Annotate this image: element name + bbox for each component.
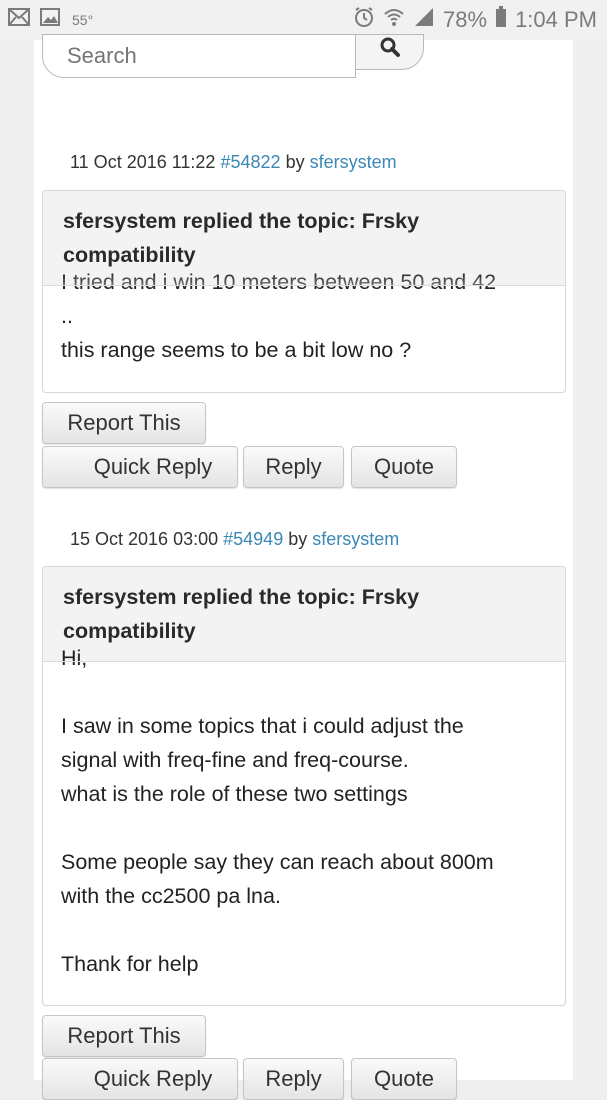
post-title: sfersystem replied the topic: Frsky comp… [63, 585, 420, 643]
post-box: sfersystem replied the topic: Frsky comp… [42, 190, 566, 393]
wifi-icon [383, 7, 405, 33]
mail-icon [8, 8, 30, 31]
author-link[interactable]: sfersystem [312, 529, 399, 549]
reply-button[interactable]: Reply [243, 1058, 344, 1100]
search-icon [380, 37, 400, 57]
author-link[interactable]: sfersystem [310, 152, 397, 172]
report-this-button[interactable]: Report This [42, 402, 206, 444]
post-id-link[interactable]: #54949 [223, 529, 283, 549]
quote-button[interactable]: Quote [351, 446, 457, 488]
post-box: sfersystem replied the topic: Frsky comp… [42, 566, 566, 1006]
post-title: sfersystem replied the topic: Frsky comp… [63, 209, 420, 267]
post-body: Hi, I saw in some topics that i could ad… [61, 646, 494, 976]
post-date: 11 Oct 2016 11:22 [70, 152, 216, 172]
battery-icon [495, 6, 507, 34]
temperature-text: 55° [72, 11, 94, 28]
clock-time: 1:04 PM [515, 7, 597, 32]
battery-percent: 78% [443, 7, 488, 32]
by-label: by [288, 529, 308, 549]
quick-reply-button[interactable]: Quick Reply [42, 1058, 238, 1100]
alarm-icon [353, 6, 375, 34]
post-date: 15 Oct 2016 03:00 [70, 529, 219, 549]
quick-reply-button[interactable]: Quick Reply [42, 446, 238, 488]
post-meta: 11 Oct 2016 11:22 #54822 by sfersystem [70, 152, 397, 173]
forum-page: 11 Oct 2016 11:22 #54822 by sfersystem s… [34, 34, 573, 1100]
report-this-button[interactable]: Report This [42, 1015, 206, 1057]
signal-icon [413, 7, 435, 33]
post-meta: 15 Oct 2016 03:00 #54949 by sfersystem [70, 529, 399, 550]
post-id-link[interactable]: #54822 [220, 152, 280, 172]
reply-button[interactable]: Reply [243, 446, 344, 488]
quote-button[interactable]: Quote [351, 1058, 457, 1100]
post-body: I tried and i win 10 meters between 50 a… [61, 270, 497, 362]
search-bar [42, 34, 424, 80]
search-input[interactable] [42, 34, 356, 78]
image-icon [40, 8, 60, 31]
by-label: by [285, 152, 305, 172]
search-button[interactable] [356, 34, 424, 70]
